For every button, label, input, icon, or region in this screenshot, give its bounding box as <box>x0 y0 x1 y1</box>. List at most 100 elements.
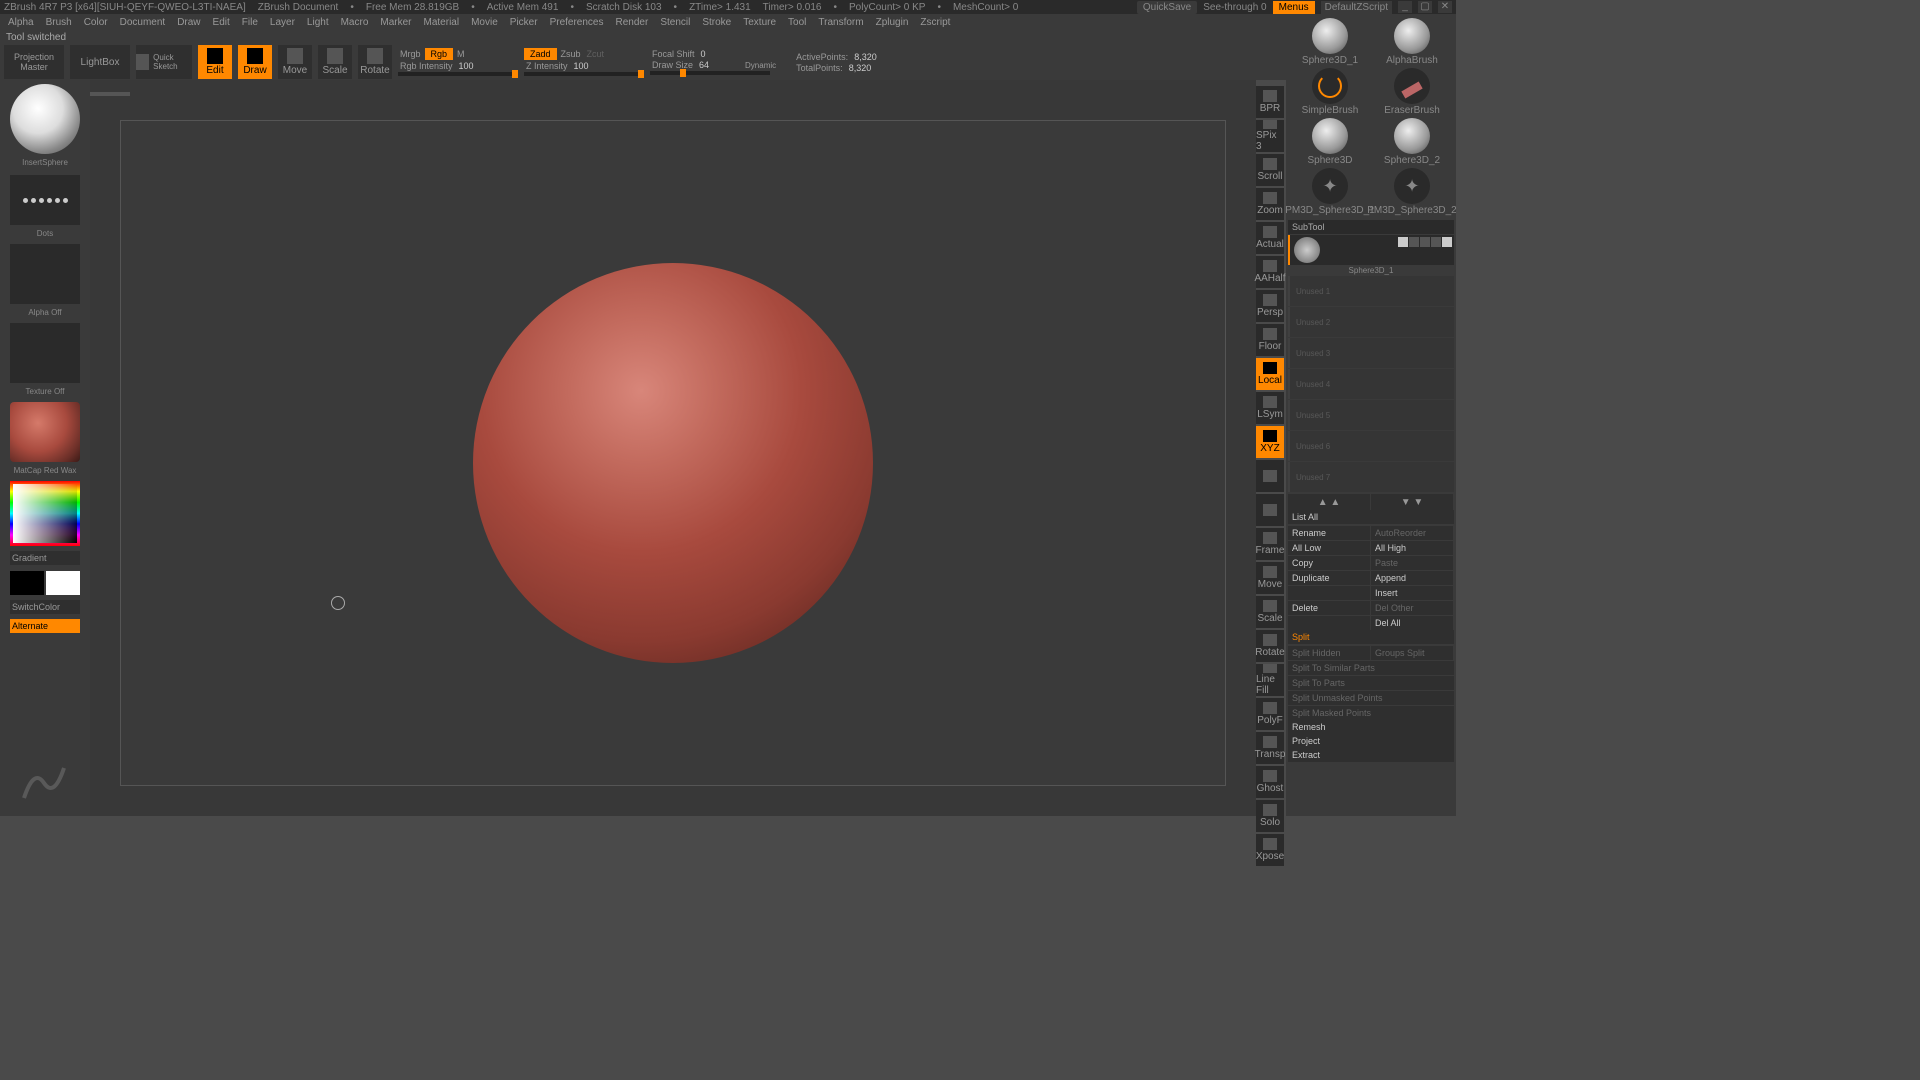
menu-layer[interactable]: Layer <box>266 17 299 28</box>
tool-pm3d_sphere3d_2[interactable]: ✦PM3D_Sphere3D_2 <box>1372 168 1452 216</box>
menu-zscript[interactable]: Zscript <box>916 17 954 28</box>
menu-stroke[interactable]: Stroke <box>698 17 735 28</box>
nav-xpose[interactable]: Xpose <box>1256 834 1284 866</box>
quicksave-button[interactable]: QuickSave <box>1137 1 1197 14</box>
brush-preview[interactable] <box>10 84 80 154</box>
menu-stencil[interactable]: Stencil <box>656 17 694 28</box>
secondary-color-swatch[interactable] <box>10 571 44 595</box>
menu-render[interactable]: Render <box>612 17 653 28</box>
menu-file[interactable]: File <box>238 17 262 28</box>
tool-simplebrush[interactable]: SimpleBrush <box>1290 68 1370 116</box>
menu-color[interactable]: Color <box>80 17 112 28</box>
list-all-button[interactable]: List All <box>1288 510 1454 524</box>
nav-scroll[interactable]: Scroll <box>1256 154 1284 186</box>
tool-eraserbrush[interactable]: EraserBrush <box>1372 68 1452 116</box>
subtool-item-empty[interactable]: Unused 4 <box>1288 369 1454 399</box>
split-masked-button[interactable]: Split Masked Points <box>1288 706 1454 720</box>
defaultzscript-button[interactable]: DefaultZScript <box>1321 1 1392 14</box>
del-all-button[interactable]: Del All <box>1371 616 1453 630</box>
nav-actual[interactable]: Actual <box>1256 222 1284 254</box>
alpha-selector[interactable] <box>10 244 80 304</box>
nav-frame[interactable]: Frame <box>1256 528 1284 560</box>
color-picker[interactable] <box>10 481 80 546</box>
nav-scale[interactable]: Scale <box>1256 596 1284 628</box>
subtool-down-buttons[interactable]: ▼ ▼ <box>1371 494 1453 510</box>
menu-alpha[interactable]: Alpha <box>4 17 38 28</box>
copy-button[interactable]: Copy <box>1288 556 1370 570</box>
draw-size-slider[interactable] <box>650 71 770 75</box>
subtool-item-empty[interactable]: Unused 7 <box>1288 462 1454 492</box>
menu-edit[interactable]: Edit <box>209 17 234 28</box>
remesh-section[interactable]: Remesh <box>1288 720 1454 734</box>
menu-document[interactable]: Document <box>116 17 170 28</box>
subtool-item-empty[interactable]: Unused 6 <box>1288 431 1454 461</box>
nav-aahalf[interactable]: AAHalf <box>1256 256 1284 288</box>
menus-toggle[interactable]: Menus <box>1273 1 1315 14</box>
insert-button[interactable]: Insert <box>1371 586 1453 600</box>
rgb-intensity-slider[interactable] <box>398 72 518 76</box>
nav-transp[interactable]: Transp <box>1256 732 1284 764</box>
min-icon[interactable]: _ <box>1398 1 1412 13</box>
split-section-header[interactable]: Split <box>1288 630 1454 644</box>
append-button[interactable]: Append <box>1371 571 1453 585</box>
tool-sphere3d_1[interactable]: Sphere3D_1 <box>1290 18 1370 66</box>
menu-picker[interactable]: Picker <box>506 17 542 28</box>
switch-color-button[interactable]: SwitchColor <box>10 600 80 614</box>
rename-button[interactable]: Rename <box>1288 526 1370 540</box>
nav-blank[interactable] <box>1256 460 1284 492</box>
nav-persp[interactable]: Persp <box>1256 290 1284 322</box>
menu-preferences[interactable]: Preferences <box>546 17 608 28</box>
nav-zoom[interactable]: Zoom <box>1256 188 1284 220</box>
nav-rotate[interactable]: Rotate <box>1256 630 1284 662</box>
primary-color-swatch[interactable] <box>46 571 80 595</box>
nav-blank[interactable] <box>1256 494 1284 526</box>
material-selector[interactable] <box>10 402 80 462</box>
menu-draw[interactable]: Draw <box>173 17 204 28</box>
paste-button[interactable]: Paste <box>1371 556 1453 570</box>
draw-button[interactable]: Draw <box>238 45 272 79</box>
tool-pm3d_sphere3d_1[interactable]: ✦PM3D_Sphere3D_1 <box>1290 168 1370 216</box>
zsub-toggle[interactable]: Zsub <box>559 49 583 59</box>
zcut-toggle[interactable]: Zcut <box>585 49 607 59</box>
nav-spix-3[interactable]: SPix 3 <box>1256 120 1284 152</box>
split-parts-button[interactable]: Split To Parts <box>1288 676 1454 690</box>
all-high-button[interactable]: All High <box>1371 541 1453 555</box>
subtool-item-empty[interactable]: Unused 1 <box>1288 276 1454 306</box>
move-button[interactable]: Move <box>278 45 312 79</box>
zadd-toggle[interactable]: Zadd <box>524 48 557 60</box>
sphere-mesh[interactable] <box>473 263 873 663</box>
close-icon[interactable]: ✕ <box>1438 1 1452 13</box>
subtool-item-active[interactable] <box>1288 235 1454 265</box>
subtool-up-buttons[interactable]: ▲ ▲ <box>1288 494 1370 510</box>
menu-texture[interactable]: Texture <box>739 17 780 28</box>
delete-button[interactable]: Delete <box>1288 601 1370 615</box>
scale-button[interactable]: Scale <box>318 45 352 79</box>
quick-sketch-button[interactable]: Quick Sketch <box>136 45 192 79</box>
split-unmasked-button[interactable]: Split Unmasked Points <box>1288 691 1454 705</box>
split-hidden-button[interactable]: Split Hidden <box>1288 646 1370 660</box>
menu-movie[interactable]: Movie <box>467 17 502 28</box>
groups-split-button[interactable]: Groups Split <box>1371 646 1453 660</box>
rgb-toggle[interactable]: Rgb <box>425 48 454 60</box>
rotate-button[interactable]: Rotate <box>358 45 392 79</box>
nav-lsym[interactable]: LSym <box>1256 392 1284 424</box>
menu-light[interactable]: Light <box>303 17 333 28</box>
duplicate-button[interactable]: Duplicate <box>1288 571 1370 585</box>
nav-polyf[interactable]: PolyF <box>1256 698 1284 730</box>
lightbox-button[interactable]: LightBox <box>70 45 130 79</box>
dynamic-toggle[interactable]: Dynamic <box>743 61 778 70</box>
eye-icon[interactable] <box>1442 237 1452 247</box>
nav-solo[interactable]: Solo <box>1256 800 1284 832</box>
max-icon[interactable]: ▢ <box>1418 1 1432 13</box>
menu-marker[interactable]: Marker <box>376 17 415 28</box>
nav-line-fill[interactable]: Line Fill <box>1256 664 1284 696</box>
split-similar-button[interactable]: Split To Similar Parts <box>1288 661 1454 675</box>
menu-transform[interactable]: Transform <box>814 17 867 28</box>
subtool-header[interactable]: SubTool <box>1288 220 1454 234</box>
all-low-button[interactable]: All Low <box>1288 541 1370 555</box>
see-through-slider[interactable]: See-through 0 <box>1203 2 1266 13</box>
edit-button[interactable]: Edit <box>198 45 232 79</box>
nav-bpr[interactable]: BPR <box>1256 86 1284 118</box>
nav-floor[interactable]: Floor <box>1256 324 1284 356</box>
del-other-button[interactable]: Del Other <box>1371 601 1453 615</box>
